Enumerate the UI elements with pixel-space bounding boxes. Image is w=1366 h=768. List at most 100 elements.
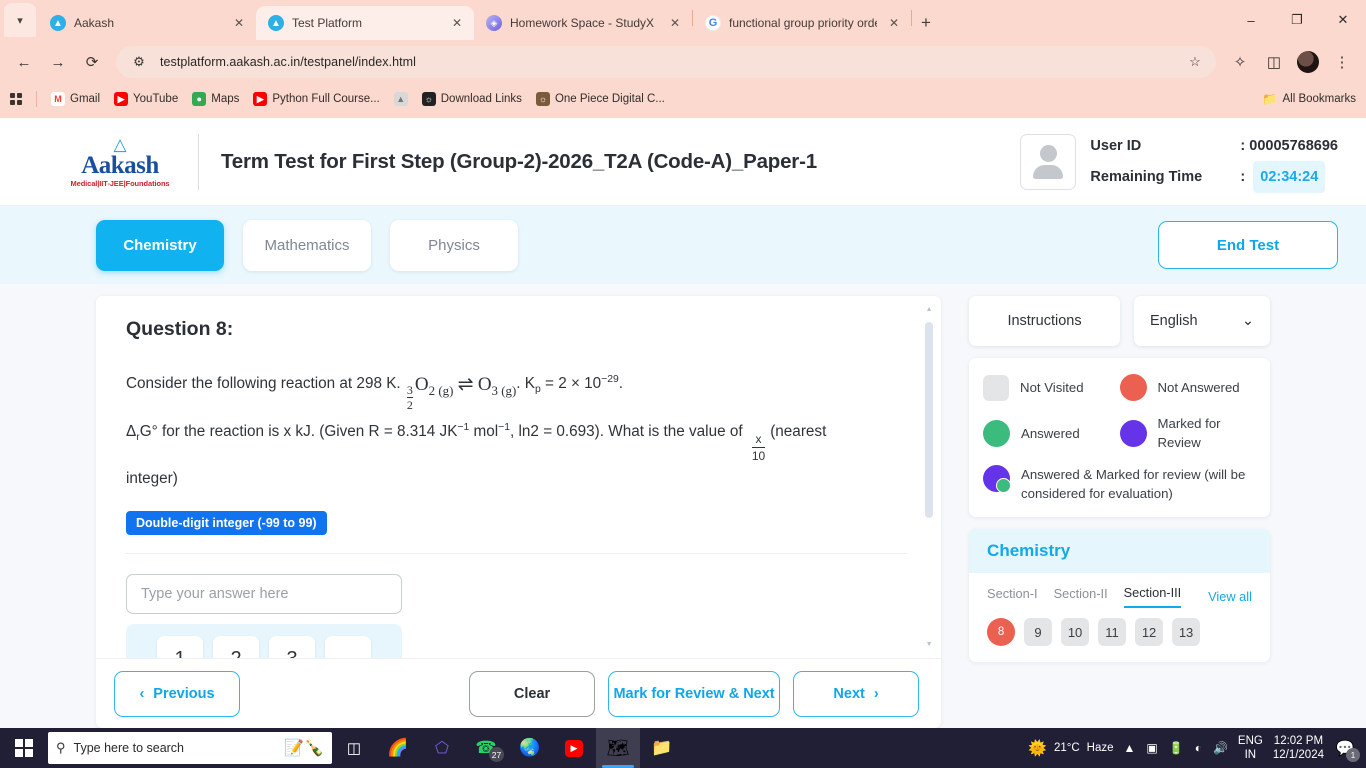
- tab-chemistry[interactable]: Chemistry: [96, 219, 224, 271]
- task-view-icon[interactable]: ◫: [332, 728, 376, 768]
- language-value: English: [1150, 313, 1198, 329]
- question-number-13[interactable]: 13: [1172, 618, 1201, 646]
- wifi-icon[interactable]: ◐: [1195, 741, 1202, 755]
- next-button[interactable]: Next ›: [793, 670, 920, 717]
- weather-widget[interactable]: 🌞 21°C Haze: [1028, 739, 1113, 757]
- tab-strip: ▾ ▲ Aakash ✕ ▲ Test Platform ✕ ◈ Homewor…: [0, 0, 1366, 40]
- clear-button[interactable]: Clear: [469, 670, 596, 717]
- tab-physics[interactable]: Physics: [390, 219, 518, 271]
- mark-review-next-button[interactable]: Mark for Review & Next: [608, 670, 781, 717]
- browser-toolbar: ← → ⟳ ⚙ testplatform.aakash.ac.in/testpa…: [0, 40, 1366, 84]
- question-number-11[interactable]: 11: [1098, 618, 1127, 646]
- user-id-row: User ID : 00005768696: [1090, 131, 1338, 161]
- chrome-icon[interactable]: 🗺: [596, 728, 640, 768]
- language-select[interactable]: English ⌄: [1134, 296, 1270, 346]
- close-icon[interactable]: ✕: [448, 14, 466, 32]
- microsoft-365-icon[interactable]: ⬠: [420, 728, 464, 768]
- scroll-down-icon[interactable]: ▼: [925, 641, 933, 648]
- browser-tab-test-platform[interactable]: ▲ Test Platform ✕: [256, 6, 474, 40]
- profile-avatar[interactable]: [1292, 46, 1324, 78]
- scroll-up-icon[interactable]: ▲: [925, 306, 933, 313]
- panel-top-row: Instructions English ⌄: [969, 296, 1270, 346]
- reload-icon[interactable]: ⟳: [76, 46, 108, 78]
- bookmark-star-icon[interactable]: ☆: [1184, 51, 1206, 73]
- new-tab-button[interactable]: +: [912, 9, 940, 37]
- search-placeholder: Type here to search: [73, 741, 185, 755]
- notifications-icon[interactable]: 💬 1: [1334, 737, 1360, 762]
- question-scrollbar[interactable]: ▲ ▼: [925, 306, 934, 648]
- user-info-box: User ID : 00005768696 Remaining Time : 0…: [1020, 131, 1338, 193]
- header-divider: [198, 133, 199, 190]
- browser-menu-icon[interactable]: ⋮: [1326, 46, 1358, 78]
- instructions-button[interactable]: Instructions: [969, 296, 1120, 346]
- question-number-12[interactable]: 12: [1135, 618, 1164, 646]
- bookmark-download-links[interactable]: ☼ Download Links: [421, 92, 522, 106]
- question-number-8[interactable]: 8: [987, 618, 1016, 646]
- view-all-link[interactable]: View all: [1208, 589, 1252, 604]
- tab-search-button[interactable]: ▾: [4, 3, 36, 37]
- question-number-9[interactable]: 9: [1024, 618, 1053, 646]
- browser-tab-studyx[interactable]: ◈ Homework Space - StudyX ✕: [474, 6, 692, 40]
- section-tab-2[interactable]: Section-II: [1054, 586, 1108, 607]
- end-test-button[interactable]: End Test: [1158, 221, 1338, 269]
- gmail-icon: M: [51, 92, 65, 106]
- previous-button[interactable]: ‹ Previous: [114, 670, 240, 717]
- tab-mathematics[interactable]: Mathematics: [243, 219, 371, 271]
- extension-icon[interactable]: ✧: [1224, 46, 1256, 78]
- question-line2a: G° for the reaction is x kJ. (Given R = …: [139, 423, 458, 441]
- sidebar-icon[interactable]: ◫: [1258, 46, 1290, 78]
- section-tab-3[interactable]: Section-III: [1123, 585, 1182, 608]
- legend-answered: Answered: [983, 414, 1119, 452]
- forward-icon[interactable]: →: [42, 46, 74, 78]
- search-illustration-icon: 📝🍾: [284, 740, 324, 757]
- bookmark-aakash[interactable]: ▲: [393, 92, 408, 106]
- address-bar[interactable]: ⚙ testplatform.aakash.ac.in/testpanel/in…: [116, 46, 1216, 78]
- back-icon[interactable]: ←: [8, 46, 40, 78]
- browser-tab-aakash[interactable]: ▲ Aakash ✕: [38, 6, 256, 40]
- volume-icon[interactable]: 🔊: [1213, 741, 1228, 755]
- battery-icon[interactable]: 🔋: [1169, 741, 1184, 755]
- bookmark-maps[interactable]: ● Maps: [192, 92, 239, 106]
- close-window-button[interactable]: ✕: [1320, 3, 1366, 37]
- bookmark-gmail[interactable]: M Gmail: [51, 92, 100, 106]
- search-input[interactable]: ⚲ Type here to search 📝🍾: [48, 732, 332, 764]
- youtube-icon[interactable]: ▶: [552, 728, 596, 768]
- all-bookmarks-entry[interactable]: 📁 All Bookmarks: [1262, 92, 1356, 106]
- close-icon[interactable]: ✕: [666, 14, 684, 32]
- bookmark-python-course[interactable]: ▶ Python Full Course...: [253, 92, 380, 106]
- clock[interactable]: 12:02 PM 12/1/2024: [1273, 734, 1324, 762]
- copilot-icon[interactable]: 🌈: [376, 728, 420, 768]
- keypad-key-minus[interactable]: -: [325, 636, 371, 658]
- language-indicator[interactable]: ENG IN: [1238, 734, 1263, 762]
- minimize-button[interactable]: –: [1228, 3, 1274, 37]
- bookmark-one-piece[interactable]: ☼ One Piece Digital C...: [535, 92, 665, 106]
- start-button[interactable]: [0, 728, 48, 768]
- apps-grid-icon[interactable]: [10, 93, 22, 105]
- edge-icon[interactable]: 🌏: [508, 728, 552, 768]
- browser-tab-google-search[interactable]: G functional group priority order - ✕: [693, 6, 911, 40]
- keypad-key-3[interactable]: 3: [269, 636, 315, 658]
- scrollbar-thumb[interactable]: [925, 322, 934, 518]
- answer-input[interactable]: [126, 574, 402, 615]
- aakash-logo: △ Aakash Medical|IIT-JEE|Foundations: [60, 136, 180, 188]
- keypad-row: 1 2 3 -: [126, 636, 402, 658]
- whatsapp-icon[interactable]: ☎ 27: [464, 728, 508, 768]
- close-icon[interactable]: ✕: [885, 14, 903, 32]
- question-number-10[interactable]: 10: [1061, 618, 1090, 646]
- close-icon[interactable]: ✕: [230, 14, 248, 32]
- question-line2c: , ln2 = 0.693). What is the value of: [510, 423, 743, 441]
- section-tab-1[interactable]: Section-I: [987, 586, 1038, 607]
- keypad-key-1[interactable]: 1: [157, 636, 203, 658]
- site-settings-icon[interactable]: ⚙: [128, 51, 150, 73]
- logo-wordmark: Aakash: [81, 151, 159, 179]
- clock-date: 12/1/2024: [1272, 749, 1324, 761]
- camera-icon[interactable]: ▣: [1146, 741, 1157, 755]
- keypad-key-2[interactable]: 2: [213, 636, 259, 658]
- maximize-button[interactable]: ❐: [1274, 3, 1320, 37]
- question-number-title: Question 8:: [126, 318, 234, 340]
- folder-icon[interactable]: 📁: [640, 728, 684, 768]
- chevron-up-icon[interactable]: ▲: [1124, 741, 1136, 755]
- test-platform-page: △ Aakash Medical|IIT-JEE|Foundations Ter…: [0, 118, 1366, 728]
- bookmark-youtube[interactable]: ▶ YouTube: [114, 92, 178, 106]
- palette-subject-title: Chemistry: [969, 529, 1270, 573]
